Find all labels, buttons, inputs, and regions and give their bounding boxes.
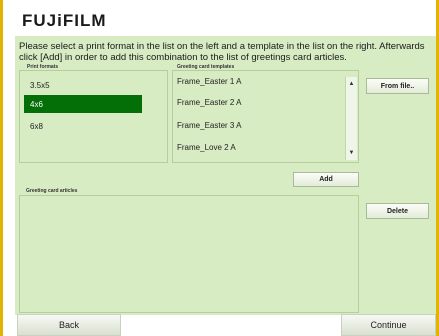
fujifilm-logo: FUJiFILM	[22, 11, 107, 30]
template-item[interactable]: Frame_Easter 1 A	[177, 77, 241, 86]
template-item[interactable]: Frame_Easter 3 A	[177, 121, 241, 130]
back-button[interactable]: Back	[17, 314, 121, 336]
template-item[interactable]: Frame_Love 2 A	[177, 143, 236, 152]
articles-caption: Greeting card articles	[26, 188, 78, 194]
delete-button[interactable]: Delete	[366, 203, 429, 219]
instructions-text: Please select a print format in the list…	[19, 41, 425, 63]
add-button[interactable]: Add	[293, 172, 359, 187]
print-format-item-selected[interactable]: 4x6	[24, 95, 142, 113]
templates-scrollbar[interactable]: ▲ ▼	[345, 77, 357, 160]
greeting-card-articles-list	[19, 195, 359, 313]
triangle-up-icon[interactable]: ▲	[346, 79, 357, 89]
from-file-button[interactable]: From file..	[366, 78, 429, 94]
template-item[interactable]: Frame_Easter 2 A	[177, 98, 241, 107]
print-format-item[interactable]: 6x8	[24, 118, 142, 134]
continue-button[interactable]: Continue	[341, 314, 436, 336]
triangle-down-icon[interactable]: ▼	[346, 148, 357, 158]
print-format-item[interactable]: 3.5x5	[24, 77, 142, 93]
